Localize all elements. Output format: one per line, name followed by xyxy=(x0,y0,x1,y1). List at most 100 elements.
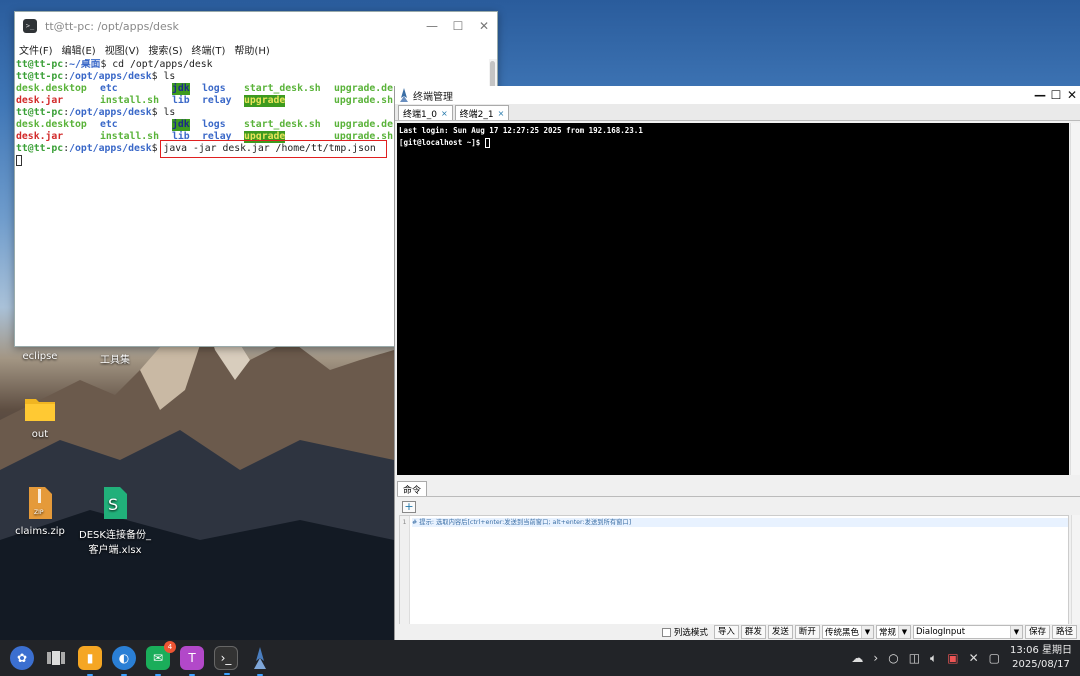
maximize-icon[interactable]: ☐ xyxy=(1048,88,1064,102)
chevron-down-icon: ▼ xyxy=(860,626,873,638)
desktop-icon-label: claims.zip xyxy=(15,526,65,537)
text-cursor xyxy=(16,155,22,166)
terminal-manager-title: 终端管理 xyxy=(413,91,453,103)
style-select[interactable]: 常规 ▼ xyxy=(875,625,911,639)
minimize-icon[interactable]: — xyxy=(1032,88,1048,102)
select-value: DialogInput xyxy=(915,627,966,637)
desktop-icon-xlsx[interactable]: S DESK连接备份_客户端.xlsx xyxy=(75,486,155,556)
menu-terminal[interactable]: 终端(T) xyxy=(192,42,226,57)
tab-session-1[interactable]: 终端1_0 × xyxy=(398,105,453,120)
terminal-menubar: 文件(F) 编辑(E) 视图(V) 搜索(S) 终端(T) 帮助(H) xyxy=(15,40,497,58)
tab-label: 终端2_1 xyxy=(459,109,494,120)
disconnect-button[interactable]: 断开 xyxy=(794,625,820,639)
column-mode-checkbox[interactable]: 列选模式 xyxy=(661,626,712,638)
menu-edit[interactable]: 编辑(E) xyxy=(62,42,96,57)
notification-badge: 4 xyxy=(164,641,176,653)
app-logo-icon xyxy=(400,88,408,102)
command-highlight-box xyxy=(160,140,387,158)
chat-app-icon[interactable]: ✉ 4 xyxy=(146,641,176,676)
text-cursor xyxy=(484,138,490,148)
menu-search[interactable]: 搜索(S) xyxy=(148,42,182,57)
spreadsheet-file-icon: S xyxy=(104,487,127,519)
desktop-icon-label: DESK连接备份_客户端.xlsx xyxy=(79,530,151,556)
terminal-title: tt@tt-pc: /opt/apps/desk xyxy=(45,19,179,33)
volume-icon[interactable]: 🔈︎ xyxy=(930,651,937,666)
screenshot-icon[interactable]: ◫ xyxy=(909,651,920,665)
tab-close-icon[interactable]: × xyxy=(498,109,505,118)
bottom-toolbar: 列选模式 导入 群发 发送 断开 传统黑色 ▼ 常规 ▼ DialogInput ▼ … xyxy=(395,624,1080,640)
editor-hint-line: # 提示: 选取内容后[ctrl+enter:发送到当前窗口; alt+ente… xyxy=(412,518,1068,527)
tab-commands[interactable]: 命令 xyxy=(397,481,428,496)
menu-help[interactable]: 帮助(H) xyxy=(234,42,269,57)
desktop-icon-eclipse[interactable]: eclipse xyxy=(0,351,80,362)
text-editor-icon[interactable]: T xyxy=(180,646,204,676)
desktop-icon-label: 工具集 xyxy=(100,355,130,366)
terminal-app-icon: >_ xyxy=(23,19,37,33)
desktop-icon-claims-zip[interactable]: ZIP claims.zip xyxy=(0,486,80,537)
theme-select[interactable]: 传统黑色 ▼ xyxy=(821,625,874,639)
tab-close-icon[interactable]: × xyxy=(441,109,448,118)
desktop-icon-toolset[interactable]: 工具集 xyxy=(75,351,155,366)
terminal-manager-titlebar[interactable]: 终端管理 — ☐ ✕ xyxy=(395,86,1080,104)
send-button[interactable]: 发送 xyxy=(767,625,793,639)
checkbox-label: 列选模式 xyxy=(673,628,708,638)
chevron-down-icon: ▼ xyxy=(897,626,910,638)
path-button[interactable]: 路径 xyxy=(1051,625,1077,639)
browser-icon[interactable]: ◐ xyxy=(112,646,136,676)
import-button[interactable]: 导入 xyxy=(713,625,739,639)
terminal-titlebar[interactable]: >_ tt@tt-pc: /opt/apps/desk — ☐ ✕ xyxy=(15,12,497,40)
folder-icon xyxy=(25,399,55,421)
maximize-icon[interactable]: ☐ xyxy=(445,19,471,33)
minimize-icon[interactable]: — xyxy=(419,19,445,33)
cloud-icon[interactable]: ☁ xyxy=(851,651,863,665)
editor-scrollbar[interactable] xyxy=(1071,515,1080,625)
tab-session-2[interactable]: 终端2_1 × xyxy=(454,105,510,120)
terminal-line: tt@tt-pc:/opt/apps/desk$ ls xyxy=(16,71,176,82)
launcher-icon[interactable]: ✿ xyxy=(10,646,34,670)
search-icon[interactable]: ○ xyxy=(888,651,898,665)
clock-time: 13:06 星期日 xyxy=(1010,645,1072,656)
clock[interactable]: 13:06 星期日 2025/08/17 xyxy=(1010,644,1072,672)
app-tray-icon[interactable]: ▣ xyxy=(947,651,958,665)
broadcast-button[interactable]: 群发 xyxy=(740,625,766,639)
system-tray: ☁ › ○ ◫ 🔈︎ ▣ ✕ ▢ 13:06 星期日 2025/08/17 xyxy=(851,644,1080,672)
terminal-manager-window[interactable]: 终端管理 — ☐ ✕ 终端1_0 × 终端2_1 × Last login: Sun… xyxy=(394,86,1080,640)
command-editor[interactable]: 1 # 提示: 选取内容后[ctrl+enter:发送到当前窗口; alt+en… xyxy=(399,515,1069,625)
file-manager-icon[interactable]: ▮ xyxy=(78,646,102,676)
save-button[interactable]: 保存 xyxy=(1024,625,1050,639)
chevron-down-icon: ▼ xyxy=(1009,626,1022,638)
chevron-right-icon[interactable]: › xyxy=(873,651,878,665)
select-value: 传统黑色 xyxy=(824,628,859,638)
login-banner: Last login: Sun Aug 17 12:27:25 2025 fro… xyxy=(399,126,643,135)
menu-file[interactable]: 文件(F) xyxy=(19,42,53,57)
svg-text:S: S xyxy=(108,495,118,514)
checkbox-box[interactable] xyxy=(661,627,671,637)
zip-file-icon: ZIP xyxy=(29,487,52,519)
shell-prompt: [git@localhost ~]$ xyxy=(399,137,1067,149)
clock-date: 2025/08/17 xyxy=(1012,659,1070,670)
select-value: 常规 xyxy=(878,628,896,638)
session-tabs: 终端1_0 × 终端2_1 × xyxy=(395,104,1080,121)
desktop-icon-out-folder[interactable]: out xyxy=(0,393,80,440)
taskbar: ✿ ▮ ◐ ✉ 4 T ›_ ☁ › ○ ◫ 🔈︎ ▣ ✕ ▢ 13:06 星期日… xyxy=(0,640,1080,676)
line-number: 1 xyxy=(400,516,410,624)
notification-icon[interactable]: ▢ xyxy=(989,651,1000,665)
remote-terminal-screen[interactable]: Last login: Sun Aug 17 12:27:25 2025 fro… xyxy=(397,123,1069,475)
tools-icon[interactable]: ✕ xyxy=(969,651,979,665)
desktop-icon-label: out xyxy=(31,429,49,440)
font-select[interactable]: DialogInput ▼ xyxy=(912,625,1023,639)
zip-badge-text: ZIP xyxy=(34,509,44,516)
terminal-line: tt@tt-pc:~/桌面$ cd /opt/apps/desk xyxy=(16,59,213,70)
terminal-manager-app-icon[interactable] xyxy=(248,646,272,676)
screen-scrollbar[interactable] xyxy=(1070,123,1080,475)
command-panel: + 1 # 提示: 选取内容后[ctrl+enter:发送到当前窗口; alt+… xyxy=(397,496,1080,625)
running-indicator xyxy=(224,673,230,675)
add-command-button[interactable]: + xyxy=(402,501,416,513)
menu-view[interactable]: 视图(V) xyxy=(105,42,140,57)
tab-label: 终端1_0 xyxy=(403,109,437,120)
desktop-icon-label: eclipse xyxy=(22,351,58,362)
close-icon[interactable]: ✕ xyxy=(1064,88,1080,102)
terminal-app-icon[interactable]: ›_ xyxy=(214,646,238,675)
close-icon[interactable]: ✕ xyxy=(471,19,497,33)
multitask-view-icon[interactable] xyxy=(44,646,68,670)
